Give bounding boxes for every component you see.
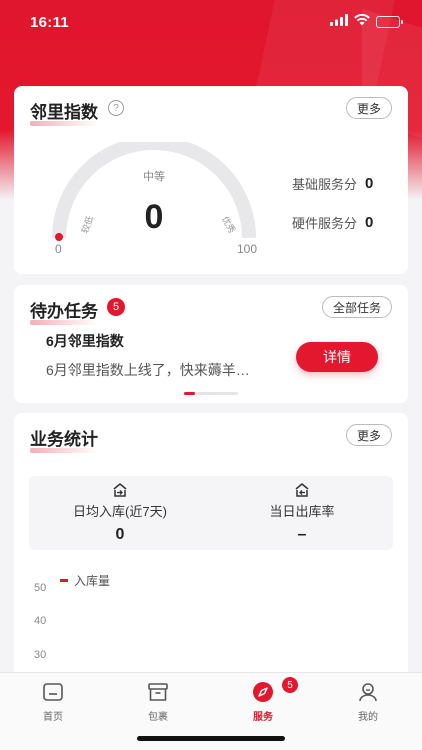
neighbor-index-more-button[interactable]: 更多 (345, 97, 392, 119)
neighbor-index-title: 邻里指数 (30, 98, 98, 126)
legend-label: 入库量 (74, 574, 111, 588)
package-icon (128, 681, 188, 703)
daily-inbound-stat: 日均入库(近7天) 0 (29, 482, 211, 544)
tab-package[interactable]: 包裹 (128, 681, 188, 723)
tab-service-label: 服务 (253, 712, 273, 723)
tab-package-label: 包裹 (148, 712, 168, 723)
all-tasks-button[interactable]: 全部任务 (321, 296, 392, 318)
outbound-rate-value: – (297, 526, 307, 543)
tab-home[interactable]: 首页 (23, 681, 83, 723)
todo-item-desc: 6月邻里指数上线了，快来薅羊… (46, 362, 250, 378)
home-icon (23, 681, 83, 703)
tab-home-label: 首页 (43, 712, 63, 723)
neighbor-index-card: 邻里指数 ? 更多 中等 较低 优秀 0 0 100 基础服务分 0 硬件服务分 0 (14, 86, 408, 274)
y-tick: 50 (34, 582, 47, 594)
daily-inbound-label: 日均入库(近7天) (73, 504, 167, 519)
signal-icon (330, 13, 348, 31)
tab-service[interactable]: 服务 5 (233, 677, 298, 723)
tab-profile[interactable]: 我的 (338, 681, 398, 723)
tab-service-badge: 5 (282, 677, 298, 693)
todo-detail-button[interactable]: 详情 (296, 342, 378, 372)
wifi-icon (354, 13, 370, 31)
neighbor-index-gauge: 中等 较低 优秀 0 0 100 (44, 136, 264, 272)
inbound-icon (29, 482, 211, 500)
stats-card: 业务统计 更多 日均入库(近7天) 0 当日出库率 – 入库量 50 40 30 (14, 413, 408, 693)
outbound-rate-label: 当日出库率 (269, 504, 335, 519)
carousel-indicator (184, 392, 238, 395)
y-tick: 30 (34, 649, 47, 661)
gauge-min: 0 (55, 242, 62, 256)
tab-profile-label: 我的 (358, 712, 378, 723)
gauge-top-label: 中等 (143, 171, 165, 183)
help-icon[interactable]: ? (108, 100, 124, 116)
daily-inbound-value: 0 (115, 526, 125, 543)
gauge-max: 100 (237, 242, 258, 256)
todo-count-badge: 5 (107, 298, 125, 316)
home-indicator (137, 736, 285, 741)
hardware-service-score: 硬件服务分 0 (292, 214, 374, 231)
basic-service-score: 基础服务分 0 (292, 175, 374, 192)
todo-card: 待办任务 5 全部任务 6月邻里指数 6月邻里指数上线了，快来薅羊… 详情 (14, 285, 408, 403)
y-tick: 40 (34, 615, 47, 627)
legend-swatch (60, 579, 68, 582)
battery-icon (376, 16, 403, 28)
todo-title: 待办任务 (30, 297, 98, 325)
stats-summary: 日均入库(近7天) 0 当日出库率 – (29, 476, 393, 550)
stats-title: 业务统计 (30, 425, 98, 453)
outbound-icon (211, 482, 393, 500)
status-bar: 16:11 (0, 0, 422, 44)
todo-item-title: 6月邻里指数 (46, 333, 124, 349)
status-time: 16:11 (30, 13, 70, 31)
gauge-value: 0 (144, 198, 164, 236)
outbound-rate-stat: 当日出库率 – (211, 482, 393, 544)
stats-more-button[interactable]: 更多 (345, 424, 392, 446)
profile-icon (338, 681, 398, 703)
chart-legend: 入库量 (60, 572, 110, 589)
